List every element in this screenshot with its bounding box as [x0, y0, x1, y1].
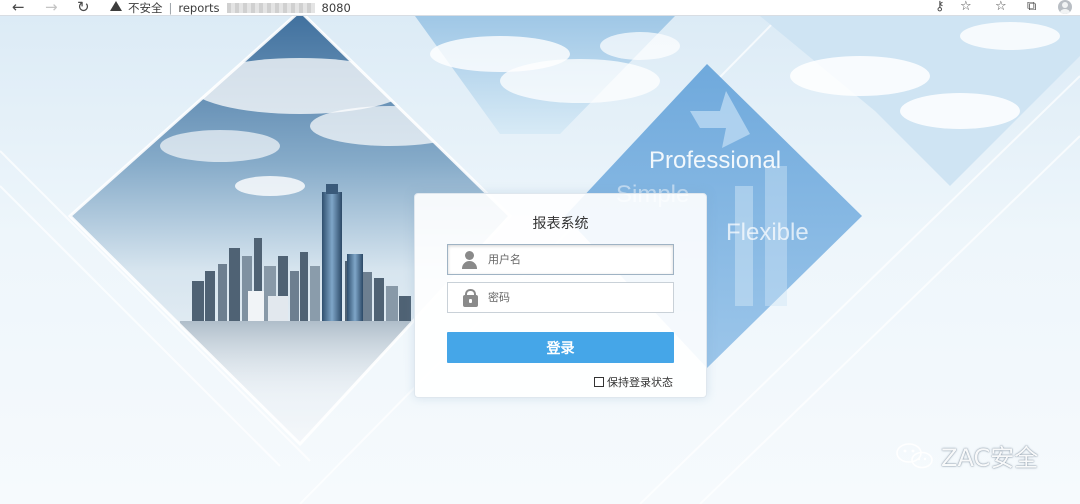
lock-icon — [448, 283, 488, 312]
url-masked-segment — [226, 3, 315, 13]
profile-avatar-icon[interactable] — [1058, 0, 1072, 14]
back-arrow-icon[interactable]: ← — [12, 0, 25, 15]
security-label: 不安全 — [128, 1, 163, 15]
watermark-text: ZAC安全 — [941, 444, 1039, 472]
key-icon[interactable]: ⚷ — [935, 0, 945, 15]
username-input[interactable] — [488, 246, 668, 273]
remember-login-option[interactable]: 保持登录状态 — [594, 374, 673, 390]
url-separator: | — [168, 1, 173, 15]
wechat-icon — [896, 442, 933, 468]
favorite-star-icon[interactable]: ☆ — [960, 0, 972, 15]
tagline-professional: Professional — [649, 147, 782, 174]
browser-toolbar: ← → ↻ 不安全 | reports 8080 ⚷ ☆ ☆ ⧉ — [0, 0, 1080, 16]
url-prefix: reports — [178, 1, 220, 15]
warning-icon — [110, 1, 122, 11]
username-field[interactable] — [447, 244, 674, 275]
user-icon — [448, 245, 488, 274]
url-suffix: 8080 — [321, 1, 351, 15]
address-bar[interactable]: 不安全 | reports 8080 — [110, 0, 351, 16]
watermark: ZAC安全 — [895, 438, 1038, 473]
login-button[interactable]: 登录 — [447, 332, 674, 363]
collections-icon[interactable]: ⧉ — [1027, 0, 1036, 15]
login-panel: 报表系统 登录 保持登录状态 — [414, 193, 707, 398]
remember-label: 保持登录状态 — [607, 376, 673, 389]
forward-arrow-icon[interactable]: → — [45, 0, 58, 15]
password-input[interactable] — [488, 284, 668, 311]
password-field[interactable] — [447, 282, 674, 313]
remember-checkbox[interactable] — [594, 377, 604, 387]
reload-icon[interactable]: ↻ — [77, 0, 90, 15]
tagline-flexible: Flexible — [726, 219, 809, 246]
favorites-list-icon[interactable]: ☆ — [995, 0, 1007, 15]
system-title: 报表系统 — [532, 216, 589, 232]
